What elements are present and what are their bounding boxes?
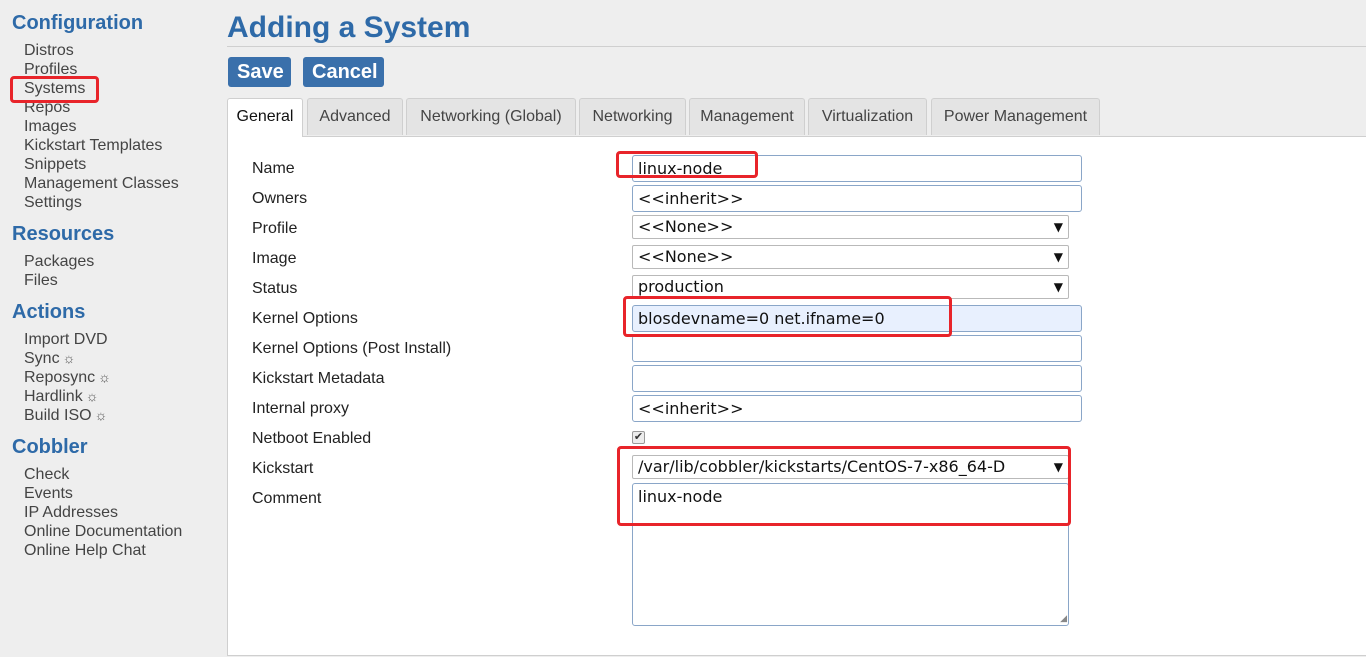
sidebar: Configuration Distros Profiles Systems R… [0, 0, 215, 657]
section-title-resources: Resources [12, 223, 115, 245]
sidebar-item-packages[interactable]: Packages [24, 252, 94, 271]
gear-icon: ☼ [98, 369, 111, 385]
chevron-down-icon: ▼ [1053, 280, 1063, 294]
tab-advanced[interactable]: Advanced [307, 98, 403, 135]
sidebar-item-ip-addresses[interactable]: IP Addresses [24, 503, 182, 522]
owners-label: Owners [252, 190, 308, 207]
section-title-actions: Actions [12, 301, 86, 323]
comment-label: Comment [252, 490, 322, 507]
gear-icon: ☼ [62, 350, 76, 366]
profile-select-value: <<None>> [638, 217, 734, 236]
sidebar-item-reposync[interactable]: Reposync ☼ [24, 368, 111, 387]
kickstart-label: Kickstart [252, 460, 314, 477]
name-input[interactable]: linux-node [632, 155, 1082, 182]
kernel-options-label: Kernel Options [252, 310, 358, 327]
profile-label: Profile [252, 220, 298, 237]
sidebar-item-management-classes[interactable]: Management Classes [24, 174, 179, 193]
sidebar-item-images[interactable]: Images [24, 117, 179, 136]
sidebar-item-profiles[interactable]: Profiles [24, 60, 179, 79]
sidebar-item-online-help-chat[interactable]: Online Help Chat [24, 541, 182, 560]
kickstart-metadata-input[interactable] [632, 365, 1082, 392]
page-title: Adding a System [227, 11, 471, 44]
section-title-cobbler: Cobbler [12, 436, 88, 458]
sidebar-item-check[interactable]: Check [24, 465, 182, 484]
comment-text: linux-node [638, 487, 723, 506]
kernel-options-post-label: Kernel Options (Post Install) [252, 340, 452, 357]
image-label: Image [252, 250, 297, 267]
sidebar-item-import-dvd[interactable]: Import DVD [24, 330, 111, 349]
status-select-value: production [638, 277, 724, 296]
tab-networking-global[interactable]: Networking (Global) [406, 98, 576, 135]
comment-textarea[interactable]: linux-node ◢ [632, 483, 1069, 626]
section-title-configuration: Configuration [12, 12, 144, 34]
kickstart-select-value: /var/lib/cobbler/kickstarts/CentOS-7-x86… [638, 457, 1006, 476]
name-label: Name [252, 160, 295, 177]
gear-icon: ☼ [85, 388, 99, 404]
kernel-options-post-input[interactable] [632, 335, 1082, 362]
chevron-down-icon: ▼ [1051, 456, 1063, 478]
tab-virtualization[interactable]: Virtualization [808, 98, 927, 135]
actions-menu: Import DVD Sync ☼ Reposync ☼ Hardlink ☼ Bui… [24, 330, 111, 425]
chevron-down-icon: ▼ [1053, 250, 1063, 264]
sidebar-item-online-documentation[interactable]: Online Documentation [24, 522, 182, 541]
sidebar-item-settings[interactable]: Settings [24, 193, 179, 212]
sidebar-item-snippets[interactable]: Snippets [24, 155, 179, 174]
netboot-enabled-label: Netboot Enabled [252, 430, 372, 447]
image-select-value: <<None>> [638, 247, 734, 266]
sidebar-item-build-iso[interactable]: Build ISO ☼ [24, 406, 111, 425]
sidebar-item-sync[interactable]: Sync ☼ [24, 349, 111, 368]
save-button[interactable]: Save [228, 57, 291, 87]
resize-grip-icon[interactable]: ◢ [1060, 615, 1067, 624]
cancel-button[interactable]: Cancel [303, 57, 384, 87]
sidebar-item-label: Hardlink [24, 388, 83, 405]
sidebar-item-systems[interactable]: Systems [24, 79, 179, 98]
sidebar-item-label: Reposync [24, 369, 96, 386]
sidebar-item-hardlink[interactable]: Hardlink ☼ [24, 387, 111, 406]
internal-proxy-input[interactable]: <<inherit>> [632, 395, 1082, 422]
image-select[interactable]: <<None>> ▼ [632, 245, 1069, 269]
kickstart-metadata-label: Kickstart Metadata [252, 370, 385, 387]
status-label: Status [252, 280, 298, 297]
gear-icon: ☼ [94, 407, 108, 423]
sidebar-item-kickstart-templates[interactable]: Kickstart Templates [24, 136, 179, 155]
cobbler-menu: Check Events IP Addresses Online Documen… [24, 465, 182, 560]
sidebar-item-label: Build ISO [24, 407, 92, 424]
kickstart-select[interactable]: /var/lib/cobbler/kickstarts/CentOS-7-x86… [632, 455, 1069, 479]
owners-input[interactable]: <<inherit>> [632, 185, 1082, 212]
sidebar-item-label: Sync [24, 350, 60, 367]
profile-select[interactable]: <<None>> ▼ [632, 215, 1069, 239]
tab-power-management[interactable]: Power Management [931, 98, 1100, 135]
status-select[interactable]: production ▼ [632, 275, 1069, 299]
sidebar-item-repos[interactable]: Repos [24, 98, 179, 117]
configuration-menu: Distros Profiles Systems Repos Images Ki… [24, 41, 179, 212]
chevron-down-icon: ▼ [1053, 220, 1063, 234]
kernel-options-input[interactable]: blosdevname=0 net.ifname=0 [632, 305, 1082, 332]
sidebar-item-events[interactable]: Events [24, 484, 182, 503]
internal-proxy-label: Internal proxy [252, 400, 349, 417]
general-form-panel: Name linux-node Owners <<inherit>> Profi… [227, 136, 1366, 656]
title-divider [227, 46, 1366, 47]
sidebar-item-distros[interactable]: Distros [24, 41, 179, 60]
tab-general[interactable]: General [227, 98, 303, 137]
resources-menu: Packages Files [24, 252, 94, 290]
sidebar-item-files[interactable]: Files [24, 271, 94, 290]
tab-management[interactable]: Management [689, 98, 805, 135]
netboot-enabled-checkbox[interactable]: ✔ [632, 431, 645, 444]
tab-networking[interactable]: Networking [579, 98, 686, 135]
